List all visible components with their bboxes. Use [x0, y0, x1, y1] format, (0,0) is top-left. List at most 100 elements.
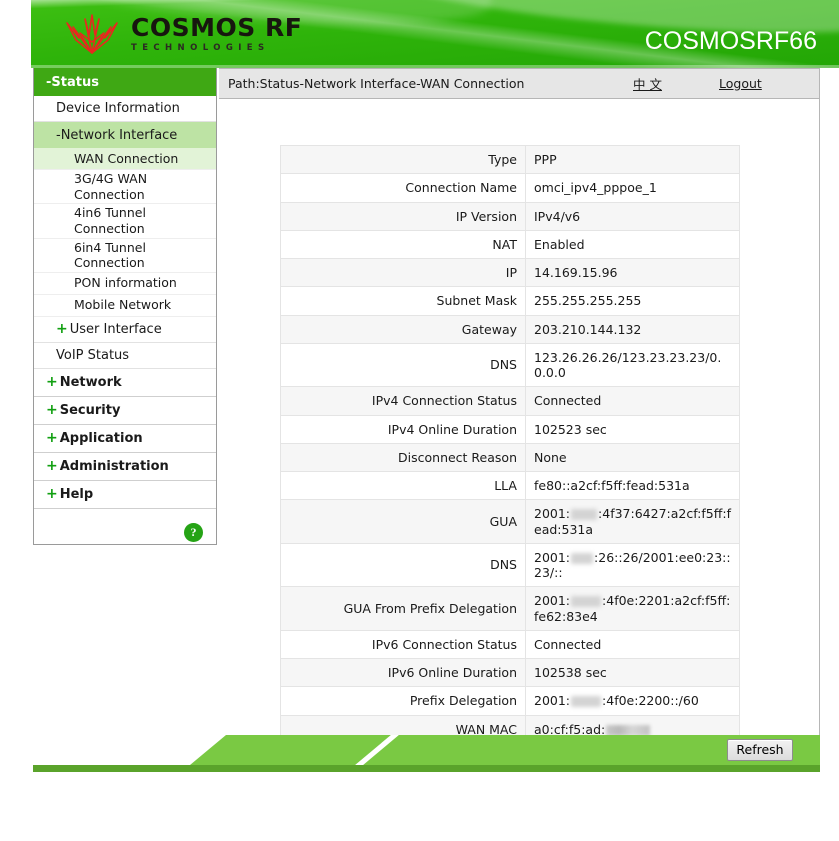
sidebar-item-status[interactable]: -Status: [34, 68, 216, 96]
sidebar-item-help-label: Help: [59, 486, 94, 502]
table-cell-value: IPv4/v6: [525, 201, 740, 231]
table-row: LLA fe80::a2cf:f5ff:fead:531a: [280, 470, 740, 501]
sidebar-item-network[interactable]: + Network: [34, 369, 216, 397]
brand-tagline: TECHNOLOGIES: [131, 43, 270, 54]
logout-link[interactable]: Logout: [719, 76, 762, 91]
table-row: IPv6 Online Duration 102538 sec: [280, 657, 740, 688]
content-panel: Path:Status-Network Interface-WAN Connec…: [219, 68, 820, 772]
table-cell-key: IPv6 Connection Status: [280, 629, 526, 660]
table-row: IP 14.169.15.96: [280, 257, 740, 288]
redacted-block: [571, 509, 598, 521]
table-cell-value: fe80::a2cf:f5ff:fead:531a: [525, 470, 740, 501]
table-cell-value: omci_ipv4_pppoe_1: [525, 173, 740, 203]
table-cell-value: 14.169.15.96: [525, 257, 740, 288]
table-cell-value: 2001::4f0e:2201:a2cf:f5ff:fe62:83e4: [525, 586, 740, 631]
sidebar-item-wan-connection-label: WAN Connection: [74, 150, 179, 166]
table-row: IPv4 Online Duration 102523 sec: [280, 414, 740, 444]
sidebar-item-network-label: Network: [59, 374, 122, 390]
footer-band: [33, 735, 820, 765]
sidebar-item-network-interface-label: -Network Interface: [56, 127, 178, 143]
table-row: Prefix Delegation 2001::4f0e:2200::/60: [280, 686, 740, 716]
redacted-block: [571, 596, 602, 608]
table-row: DNS 123.26.26.26/123.23.23.23/0.0.0.0: [280, 342, 740, 388]
sidebar-item-user-interface-label: User Interface: [69, 321, 162, 337]
refresh-button[interactable]: Refresh: [727, 739, 793, 761]
table-cell-key: LLA: [280, 470, 526, 501]
sidebar-item-mobile-network[interactable]: Mobile Network: [34, 295, 216, 317]
table-cell-key: DNS: [280, 342, 526, 388]
table-cell-key: Gateway: [280, 314, 526, 344]
table-cell-key: Connection Name: [280, 173, 526, 203]
table-cell-value: PPP: [525, 144, 740, 175]
sidebar-navigation: -Status Device Information -Network Inte…: [33, 68, 217, 545]
table-cell-key: GUA: [280, 499, 526, 544]
sidebar-item-network-interface[interactable]: -Network Interface: [34, 122, 216, 148]
sidebar-item-application[interactable]: + Application: [34, 425, 216, 453]
sidebar-item-device-information-label: Device Information: [56, 101, 180, 116]
table-row: GUA 2001::4f37:6427:a2cf:f5ff:fead:531a: [280, 499, 740, 544]
header-banner: COSMOS RF TECHNOLOGIES COSMOSRF66: [31, 0, 839, 68]
table-row: Gateway 203.210.144.132: [280, 314, 740, 344]
sidebar-item-mobile-network-label: Mobile Network: [74, 297, 172, 313]
footer-diagonal-slash: [355, 735, 399, 765]
table-row: Subnet Mask 255.255.255.255: [280, 286, 740, 316]
sidebar-item-status-label: -Status: [46, 74, 99, 90]
table-cell-key: Disconnect Reason: [280, 442, 526, 473]
table-cell-value: 123.26.26.26/123.23.23.23/0.0.0.0: [525, 342, 740, 388]
sidebar-item-application-label: Application: [59, 430, 143, 446]
table-cell-value: 2001::4f37:6427:a2cf:f5ff:fead:531a: [525, 499, 740, 544]
table-cell-value: 2001::4f0e:2200::/60: [525, 686, 740, 716]
footer-dark-strip: [33, 765, 820, 772]
table-row: GUA From Prefix Delegation 2001::4f0e:220…: [280, 586, 740, 631]
table-cell-key: DNS: [280, 542, 526, 588]
brand-logo: COSMOS RF TECHNOLOGIES: [63, 13, 302, 55]
table-cell-key: IPv4 Online Duration: [280, 414, 526, 444]
table-cell-value: 102523 sec: [525, 414, 740, 444]
table-row: DNS 2001::26::26/2001:ee0:23::23/::: [280, 542, 740, 588]
sidebar-item-administration[interactable]: + Administration: [34, 453, 216, 481]
sidebar-item-help[interactable]: + Help: [34, 481, 216, 509]
table-row: IPv6 Connection Status Connected: [280, 629, 740, 660]
red-star-leaf-logo-icon: [66, 14, 118, 54]
sidebar-item-3g4g-wan-connection[interactable]: 3G/4G WAN Connection: [34, 170, 216, 205]
redacted-block: [571, 696, 602, 708]
sidebar-item-3g4g-wan-connection-label: 3G/4G WAN Connection: [74, 171, 148, 202]
redacted-block: [606, 724, 651, 736]
sidebar-item-voip-status-label: VoIP Status: [56, 347, 130, 363]
table-cell-value: Connected: [525, 629, 740, 660]
sidebar-item-6in4-tunnel-connection[interactable]: 6in4 Tunnel Connection: [34, 239, 216, 273]
language-switch-link[interactable]: 中 文: [633, 74, 662, 93]
table-cell-key: IPv6 Online Duration: [280, 657, 526, 688]
device-name: COSMOSRF66: [644, 27, 817, 55]
table-row: Type PPP: [280, 144, 740, 175]
table-cell-value: Enabled: [525, 229, 740, 260]
table-row: Connection Name omci_ipv4_pppoe_1: [280, 173, 740, 203]
sidebar-help-row: ?: [34, 509, 216, 565]
sidebar-item-administration-label: Administration: [59, 458, 169, 474]
breadcrumb: Path:Status-Network Interface-WAN Connec…: [228, 76, 525, 91]
expand-plus-icon: +: [46, 374, 58, 391]
sidebar-item-pon-information[interactable]: PON information: [34, 273, 216, 295]
sidebar-item-4in6-tunnel-connection[interactable]: 4in6 Tunnel Connection: [34, 204, 216, 239]
table-cell-key: Type: [280, 144, 526, 175]
sidebar-item-user-interface[interactable]: + User Interface: [34, 317, 216, 343]
table-cell-value: Connected: [525, 386, 740, 416]
expand-plus-icon: +: [46, 486, 58, 503]
table-row: IPv4 Connection Status Connected: [280, 386, 740, 416]
expand-plus-icon: +: [46, 430, 58, 447]
sidebar-item-wan-connection[interactable]: WAN Connection: [34, 148, 216, 170]
table-cell-value: 255.255.255.255: [525, 286, 740, 316]
expand-plus-icon: +: [46, 458, 58, 475]
path-bar: Path:Status-Network Interface-WAN Connec…: [219, 69, 819, 99]
sidebar-item-security[interactable]: + Security: [34, 397, 216, 425]
sidebar-item-voip-status[interactable]: VoIP Status: [34, 343, 216, 369]
sidebar-item-device-information[interactable]: Device Information: [34, 96, 216, 122]
table-cell-key: IP: [280, 257, 526, 288]
sidebar-item-6in4-tunnel-connection-label: 6in4 Tunnel Connection: [74, 239, 146, 271]
expand-plus-icon: +: [46, 402, 58, 419]
table-row: IP Version IPv4/v6: [280, 201, 740, 231]
help-question-icon[interactable]: ?: [184, 522, 203, 542]
table-cell-value: 2001::26::26/2001:ee0:23::23/::: [525, 542, 740, 588]
expand-plus-icon: +: [56, 321, 68, 338]
table-cell-value: None: [525, 442, 740, 473]
